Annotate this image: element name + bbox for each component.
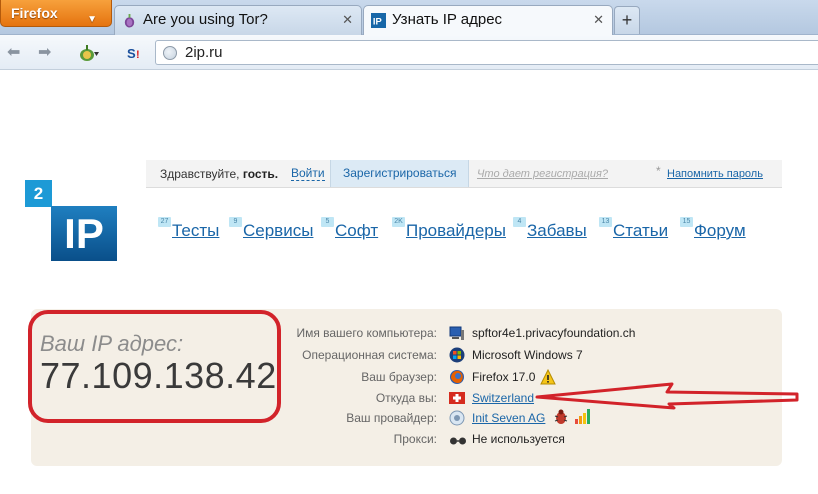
windows-icon bbox=[449, 347, 465, 363]
url-text[interactable]: 2ip.ru bbox=[185, 44, 223, 61]
menu-item-fun[interactable]: 4 Забавы bbox=[513, 217, 587, 241]
registration-info-link[interactable]: Что дает регистрация? bbox=[477, 168, 608, 180]
site-header-bar: Здравствуйте, гость. Войти Зарегистриров… bbox=[146, 160, 782, 188]
info-value-os: Microsoft Windows 7 bbox=[472, 348, 583, 362]
info-label-location: Откуда вы: bbox=[375, 391, 437, 405]
menu-item-label: Статьи bbox=[613, 221, 669, 240]
register-button[interactable]: Зарегистрироваться bbox=[330, 160, 470, 187]
back-arrow-icon[interactable]: ⬅ bbox=[7, 43, 20, 63]
star-icon: * bbox=[656, 164, 661, 178]
tor-button-icon[interactable] bbox=[78, 43, 100, 63]
menu-item-label: Софт bbox=[335, 221, 379, 240]
navigation-bar: ⬅ ➡ S ! 2ip.ru bbox=[0, 35, 818, 70]
info-label-computer: Имя вашего компьютера: bbox=[296, 326, 437, 340]
firefox-menu-button[interactable]: Firefox ▼ bbox=[0, 0, 112, 27]
tab-tor-check[interactable]: Are you using Tor? ✕ bbox=[114, 5, 362, 35]
remind-password-link[interactable]: Напомнить пароль bbox=[667, 168, 763, 180]
menu-item-label: Забавы bbox=[527, 221, 587, 240]
menu-item-software[interactable]: 5 Софт bbox=[321, 217, 379, 241]
menu-count-badge: 13 bbox=[599, 217, 612, 227]
menu-item-articles[interactable]: 13 Статьи bbox=[599, 217, 669, 241]
menu-item-providers[interactable]: 2K Провайдеры bbox=[392, 217, 506, 241]
tor-onion-icon bbox=[124, 13, 135, 28]
provider-icon bbox=[449, 410, 465, 426]
firefox-menu-label: Firefox bbox=[11, 5, 58, 21]
tab-title: Узнать IP адрес bbox=[392, 11, 503, 28]
logo-2-square[interactable]: 2 bbox=[25, 180, 52, 207]
menu-item-services[interactable]: 9 Сервисы bbox=[229, 217, 314, 241]
menu-count-badge: 4 bbox=[513, 217, 526, 227]
menu-item-label: Сервисы bbox=[243, 221, 314, 240]
info-value-browser: Firefox 17.0 bbox=[472, 370, 536, 384]
info-value-provider[interactable]: Init Seven AG bbox=[472, 411, 545, 425]
tab-2ip[interactable]: IP Узнать IP адрес ✕ bbox=[363, 5, 613, 36]
menu-item-label: Тесты bbox=[172, 221, 220, 240]
tab-close-icon[interactable]: ✕ bbox=[593, 6, 604, 34]
info-label-proxy: Прокси: bbox=[393, 432, 437, 446]
menu-item-tests[interactable]: 27 Тесты bbox=[158, 217, 220, 241]
glasses-icon bbox=[450, 437, 466, 445]
menu-count-badge: 15 bbox=[680, 217, 693, 227]
forward-arrow-icon[interactable]: ➡ bbox=[38, 43, 51, 63]
new-tab-button[interactable]: + bbox=[614, 6, 640, 34]
tab-title: Are you using Tor? bbox=[143, 11, 268, 28]
svg-text:!: ! bbox=[136, 49, 140, 61]
tab-close-icon[interactable]: ✕ bbox=[342, 6, 353, 34]
info-value-proxy: Не используется bbox=[472, 432, 565, 446]
greeting-prefix: Здравствуйте, bbox=[160, 167, 243, 181]
seo-tool-icon[interactable]: S ! bbox=[127, 43, 145, 63]
computer-icon bbox=[449, 326, 464, 340]
bug-icon[interactable] bbox=[553, 409, 569, 425]
address-bar[interactable]: 2ip.ru bbox=[155, 40, 818, 65]
greeting-user: гость. bbox=[242, 167, 279, 181]
globe-icon bbox=[163, 46, 177, 60]
annotation-arrow-icon bbox=[535, 382, 799, 410]
menu-count-badge: 2K bbox=[392, 217, 405, 227]
info-label-browser: Ваш браузер: bbox=[361, 370, 437, 384]
menu-item-forum[interactable]: 15 Форум bbox=[680, 217, 746, 241]
2ip-favicon-icon: IP bbox=[371, 13, 386, 28]
info-label-os: Операционная система: bbox=[302, 348, 437, 362]
ip-highlight-circle bbox=[28, 310, 281, 423]
firefox-icon bbox=[450, 370, 464, 384]
browser-window: Firefox ▼ Are you using Tor? ✕ IP Узнать… bbox=[0, 0, 818, 494]
menu-count-badge: 9 bbox=[229, 217, 242, 227]
dropdown-arrow-icon: ▼ bbox=[87, 14, 97, 25]
swiss-flag-icon bbox=[449, 392, 465, 404]
menu-item-label: Форум bbox=[694, 221, 746, 240]
svg-text:IP: IP bbox=[373, 16, 382, 26]
menu-count-badge: 5 bbox=[321, 217, 334, 227]
menu-count-badge: 27 bbox=[158, 217, 171, 227]
greeting: Здравствуйте, гость. bbox=[160, 167, 278, 181]
svg-text:S: S bbox=[127, 46, 136, 61]
logo-ip-square[interactable]: IP bbox=[51, 206, 117, 261]
tab-bar: Firefox ▼ Are you using Tor? ✕ IP Узнать… bbox=[0, 0, 818, 36]
plus-icon: + bbox=[621, 10, 633, 30]
menu-item-label: Провайдеры bbox=[406, 221, 506, 240]
info-value-computer: spftor4e1.privacyfoundation.ch bbox=[472, 326, 636, 340]
info-value-location[interactable]: Switzerland bbox=[472, 391, 534, 405]
login-link[interactable]: Войти bbox=[291, 167, 325, 181]
info-label-provider: Ваш провайдер: bbox=[346, 411, 437, 425]
